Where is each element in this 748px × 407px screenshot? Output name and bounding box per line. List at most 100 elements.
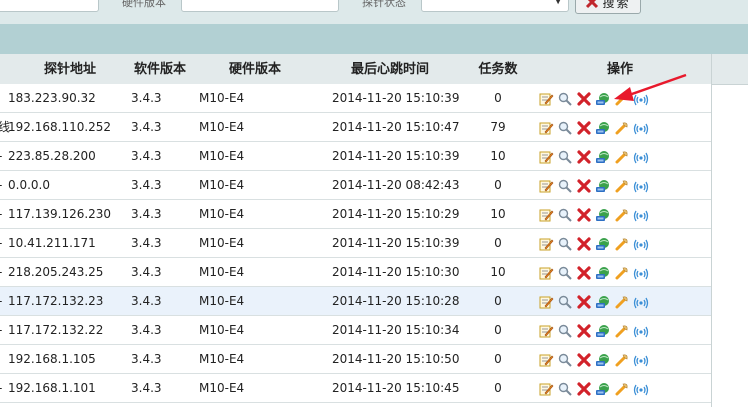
edit-icon[interactable] — [538, 323, 554, 339]
edit-icon[interactable] — [538, 120, 554, 136]
view-icon[interactable] — [557, 323, 573, 339]
network-config-icon[interactable] — [595, 178, 611, 194]
table-row[interactable]: 183.223.90.32 3.4.3 M10-E4 2014-11-20 15:10… — [0, 84, 712, 113]
probe-name-cell: - — [0, 287, 2, 315]
probe-name-cell: - — [0, 258, 2, 286]
row-actions — [538, 148, 649, 166]
hardware-version-cell: M10-E4 — [199, 352, 245, 366]
probe-name-input[interactable] — [0, 0, 99, 12]
debug-icon[interactable] — [614, 207, 630, 223]
table-row[interactable]: 线 192.168.110.252 3.4.3 M10-E4 2014-11-20 15… — [0, 113, 712, 142]
signal-icon[interactable] — [633, 120, 649, 136]
heartbeat-time-cell: 2014-11-20 15:10:39 — [332, 236, 460, 250]
debug-icon[interactable] — [614, 265, 630, 281]
debug-icon[interactable] — [614, 381, 630, 397]
table-row[interactable]: -117.172.132.22 3.4.3 M10-E4 2014-11-20 15:… — [0, 316, 712, 345]
delete-icon[interactable] — [576, 294, 592, 310]
signal-icon[interactable] — [633, 294, 649, 310]
hardware-version-cell: M10-E4 — [199, 120, 245, 134]
debug-icon[interactable] — [614, 294, 630, 310]
search-button[interactable]: 搜索 — [575, 0, 641, 14]
network-config-icon[interactable] — [595, 236, 611, 252]
delete-icon[interactable] — [576, 236, 592, 252]
row-actions — [538, 177, 649, 195]
delete-icon[interactable] — [576, 149, 592, 165]
debug-icon[interactable] — [614, 236, 630, 252]
x-icon — [586, 0, 599, 9]
debug-icon[interactable] — [614, 120, 630, 136]
network-config-icon[interactable] — [595, 120, 611, 136]
chevron-down-icon: ▼ — [554, 0, 562, 6]
edit-icon[interactable] — [538, 381, 554, 397]
heartbeat-time-cell: 2014-11-20 15:10:30 — [332, 265, 460, 279]
view-icon[interactable] — [557, 207, 573, 223]
view-icon[interactable] — [557, 149, 573, 165]
signal-icon[interactable] — [633, 236, 649, 252]
debug-icon[interactable] — [614, 91, 630, 107]
probe-address-cell: 10.41.211.171 — [8, 236, 96, 250]
network-config-icon[interactable] — [595, 381, 611, 397]
network-config-icon[interactable] — [595, 207, 611, 223]
edit-icon[interactable] — [538, 236, 554, 252]
edit-icon[interactable] — [538, 207, 554, 223]
hardware-version-label: 硬件版本 — [122, 0, 166, 9]
signal-icon[interactable] — [633, 381, 649, 397]
delete-icon[interactable] — [576, 265, 592, 281]
view-icon[interactable] — [557, 236, 573, 252]
view-icon[interactable] — [557, 178, 573, 194]
edit-icon[interactable] — [538, 294, 554, 310]
edit-icon[interactable] — [538, 91, 554, 107]
signal-icon[interactable] — [633, 178, 649, 194]
delete-icon[interactable] — [576, 178, 592, 194]
signal-icon[interactable] — [633, 352, 649, 368]
debug-icon[interactable] — [614, 149, 630, 165]
debug-icon[interactable] — [614, 352, 630, 368]
view-icon[interactable] — [557, 265, 573, 281]
probe-address-cell: 117.139.126.230 — [8, 207, 112, 221]
view-icon[interactable] — [557, 381, 573, 397]
delete-icon[interactable] — [576, 207, 592, 223]
delete-icon[interactable] — [576, 91, 592, 107]
edit-icon[interactable] — [538, 178, 554, 194]
signal-icon[interactable] — [633, 149, 649, 165]
delete-icon[interactable] — [576, 352, 592, 368]
signal-icon[interactable] — [633, 265, 649, 281]
table-row[interactable]: -218.205.243.25 3.4.3 M10-E4 2014-11-20 15:… — [0, 258, 712, 287]
view-icon[interactable] — [557, 120, 573, 136]
signal-icon[interactable] — [633, 207, 649, 223]
network-config-icon[interactable] — [595, 265, 611, 281]
network-config-icon[interactable] — [595, 149, 611, 165]
table-row[interactable]: -117.139.126.230 3.4.3 M10-E4 2014-11-20 15… — [0, 200, 712, 229]
hardware-version-cell: M10-E4 — [199, 236, 245, 250]
heartbeat-time-cell: 2014-11-20 15:10:28 — [332, 294, 460, 308]
signal-icon[interactable] — [633, 323, 649, 339]
probe-status-select[interactable]: ▼ — [421, 0, 569, 12]
debug-icon[interactable] — [614, 178, 630, 194]
signal-icon[interactable] — [633, 91, 649, 107]
table-row[interactable]: -223.85.28.200 3.4.3 M10-E4 2014-11-20 15:1… — [0, 142, 712, 171]
delete-icon[interactable] — [576, 120, 592, 136]
edit-icon[interactable] — [538, 149, 554, 165]
view-icon[interactable] — [557, 352, 573, 368]
view-icon[interactable] — [557, 91, 573, 107]
table-row[interactable]: -192.168.1.101 3.4.3 M10-E4 2014-11-20 15:1… — [0, 374, 712, 403]
delete-icon[interactable] — [576, 323, 592, 339]
hardware-version-input[interactable] — [181, 0, 339, 12]
table-row[interactable]: -117.172.132.23 3.4.3 M10-E4 2014-11-20 15:… — [0, 287, 712, 316]
network-config-icon[interactable] — [595, 352, 611, 368]
software-version-cell: 3.4.3 — [131, 323, 162, 337]
delete-icon[interactable] — [576, 381, 592, 397]
network-config-icon[interactable] — [595, 294, 611, 310]
table-row[interactable]: 192.168.1.105 3.4.3 M10-E4 2014-11-20 15:10… — [0, 345, 712, 374]
network-config-icon[interactable] — [595, 91, 611, 107]
view-icon[interactable] — [557, 294, 573, 310]
table-row[interactable]: -10.41.211.171 3.4.3 M10-E4 2014-11-20 15:1… — [0, 229, 712, 258]
edit-icon[interactable] — [538, 352, 554, 368]
table-row[interactable]: -0.0.0.0 3.4.3 M10-E4 2014-11-20 08:42:43 0 — [0, 171, 712, 200]
software-version-cell: 3.4.3 — [131, 149, 162, 163]
edit-icon[interactable] — [538, 265, 554, 281]
debug-icon[interactable] — [614, 323, 630, 339]
network-config-icon[interactable] — [595, 323, 611, 339]
row-actions — [538, 322, 649, 340]
software-version-cell: 3.4.3 — [131, 381, 162, 395]
